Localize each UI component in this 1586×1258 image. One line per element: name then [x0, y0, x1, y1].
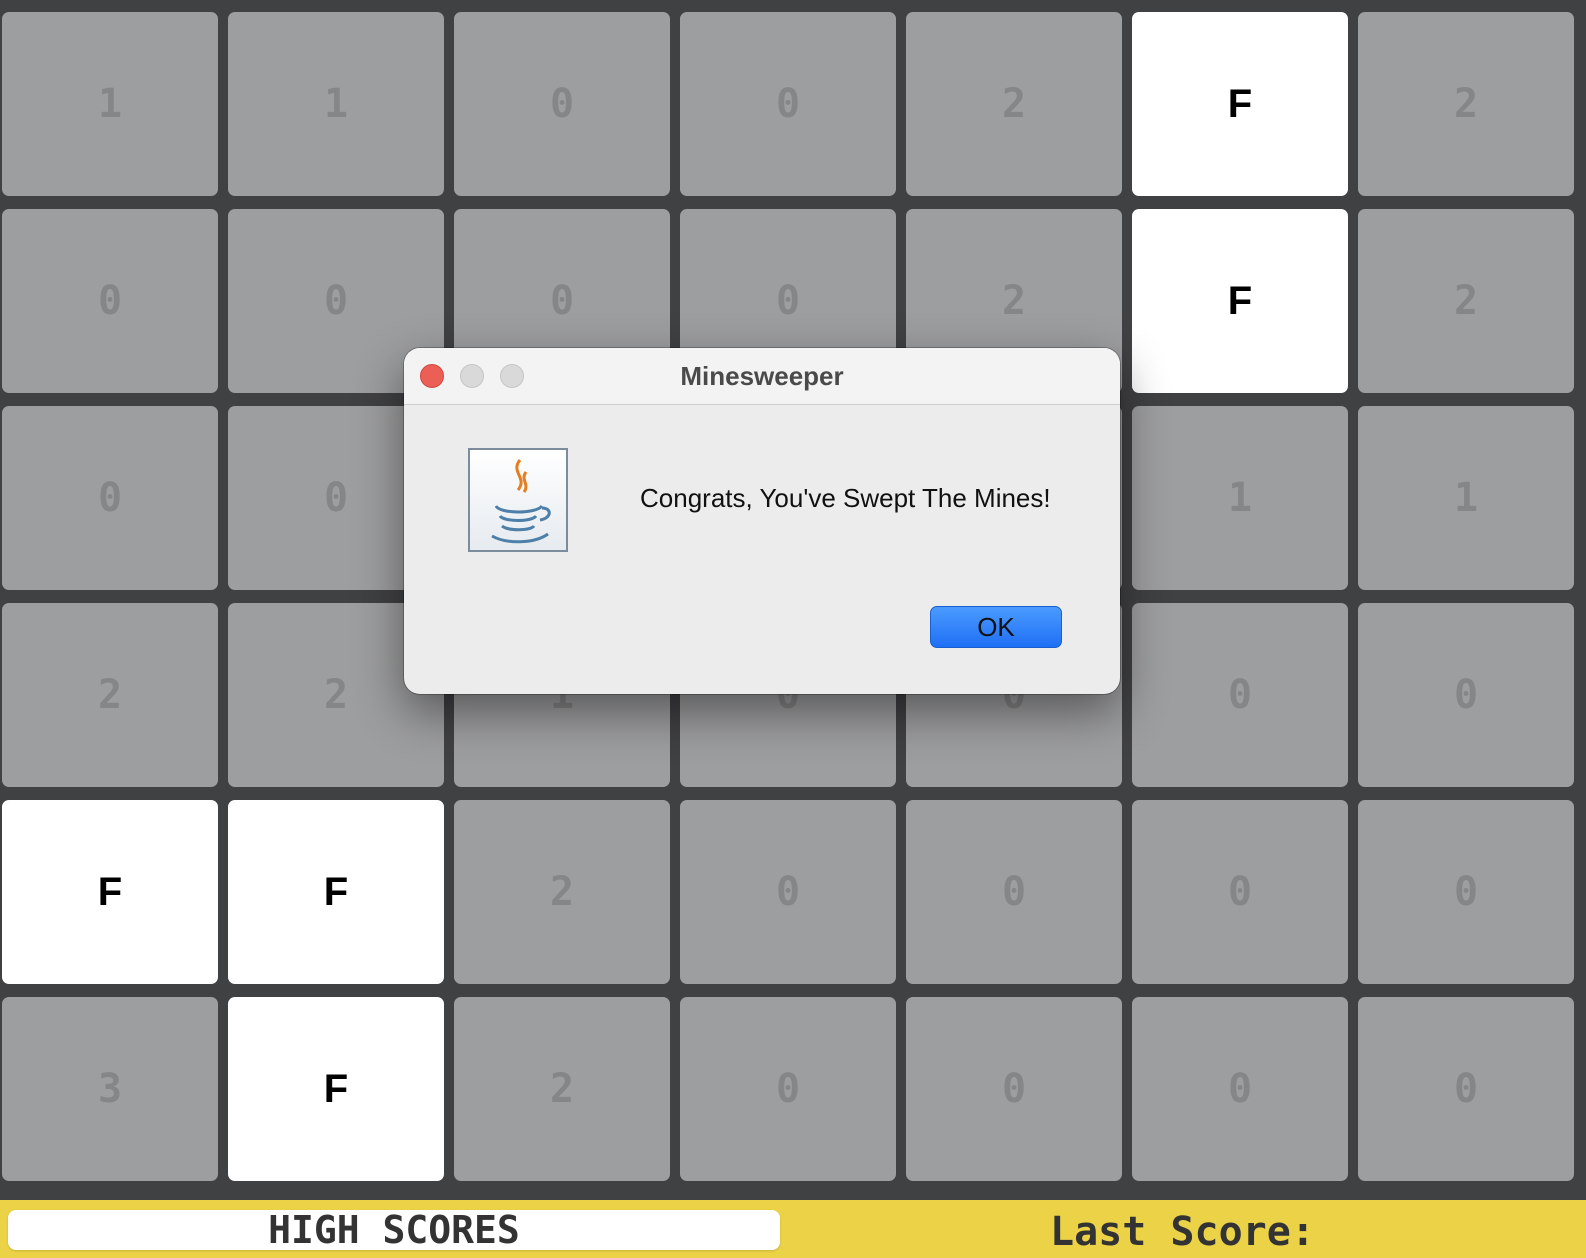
revealed-cell[interactable]: 2: [1358, 12, 1574, 196]
revealed-cell[interactable]: 1: [1358, 406, 1574, 590]
revealed-cell[interactable]: 0: [680, 800, 896, 984]
dialog-titlebar[interactable]: Minesweeper: [404, 348, 1120, 405]
revealed-cell[interactable]: 0: [2, 209, 218, 393]
dialog-title: Minesweeper: [680, 361, 844, 391]
flagged-cell[interactable]: F: [2, 800, 218, 984]
flagged-cell[interactable]: F: [228, 997, 444, 1181]
ok-button[interactable]: OK: [930, 606, 1062, 648]
revealed-cell[interactable]: 1: [2, 12, 218, 196]
revealed-cell[interactable]: 2: [454, 800, 670, 984]
revealed-cell[interactable]: 0: [680, 997, 896, 1181]
last-score-label: Last Score:: [1050, 1209, 1315, 1255]
revealed-cell[interactable]: 3: [2, 997, 218, 1181]
revealed-cell[interactable]: 0: [906, 997, 1122, 1181]
revealed-cell[interactable]: 0: [680, 12, 896, 196]
bottom-bar: HIGH SCORES Last Score:: [0, 1200, 1586, 1258]
dialog-message: Congrats, You've Swept The Mines!: [640, 483, 1051, 513]
flagged-cell[interactable]: F: [228, 800, 444, 984]
revealed-cell[interactable]: 1: [228, 12, 444, 196]
revealed-cell[interactable]: 2: [454, 997, 670, 1181]
revealed-cell[interactable]: 2: [2, 603, 218, 787]
java-icon: [468, 448, 568, 552]
revealed-cell[interactable]: 1: [1132, 406, 1348, 590]
revealed-cell[interactable]: 0: [1132, 603, 1348, 787]
revealed-cell[interactable]: 0: [1358, 800, 1574, 984]
flagged-cell[interactable]: F: [1132, 12, 1348, 196]
revealed-cell[interactable]: 2: [906, 12, 1122, 196]
revealed-cell[interactable]: 2: [1358, 209, 1574, 393]
revealed-cell[interactable]: 0: [906, 800, 1122, 984]
revealed-cell[interactable]: 0: [1132, 997, 1348, 1181]
flagged-cell[interactable]: F: [1132, 209, 1348, 393]
revealed-cell[interactable]: 0: [1358, 603, 1574, 787]
game-won-dialog: Minesweeper Congrats, You've Swept The M…: [404, 348, 1120, 694]
revealed-cell[interactable]: 0: [2, 406, 218, 590]
revealed-cell[interactable]: 0: [454, 12, 670, 196]
revealed-cell[interactable]: 0: [1132, 800, 1348, 984]
revealed-cell[interactable]: 0: [1358, 997, 1574, 1181]
high-scores-button[interactable]: HIGH SCORES: [8, 1208, 780, 1252]
